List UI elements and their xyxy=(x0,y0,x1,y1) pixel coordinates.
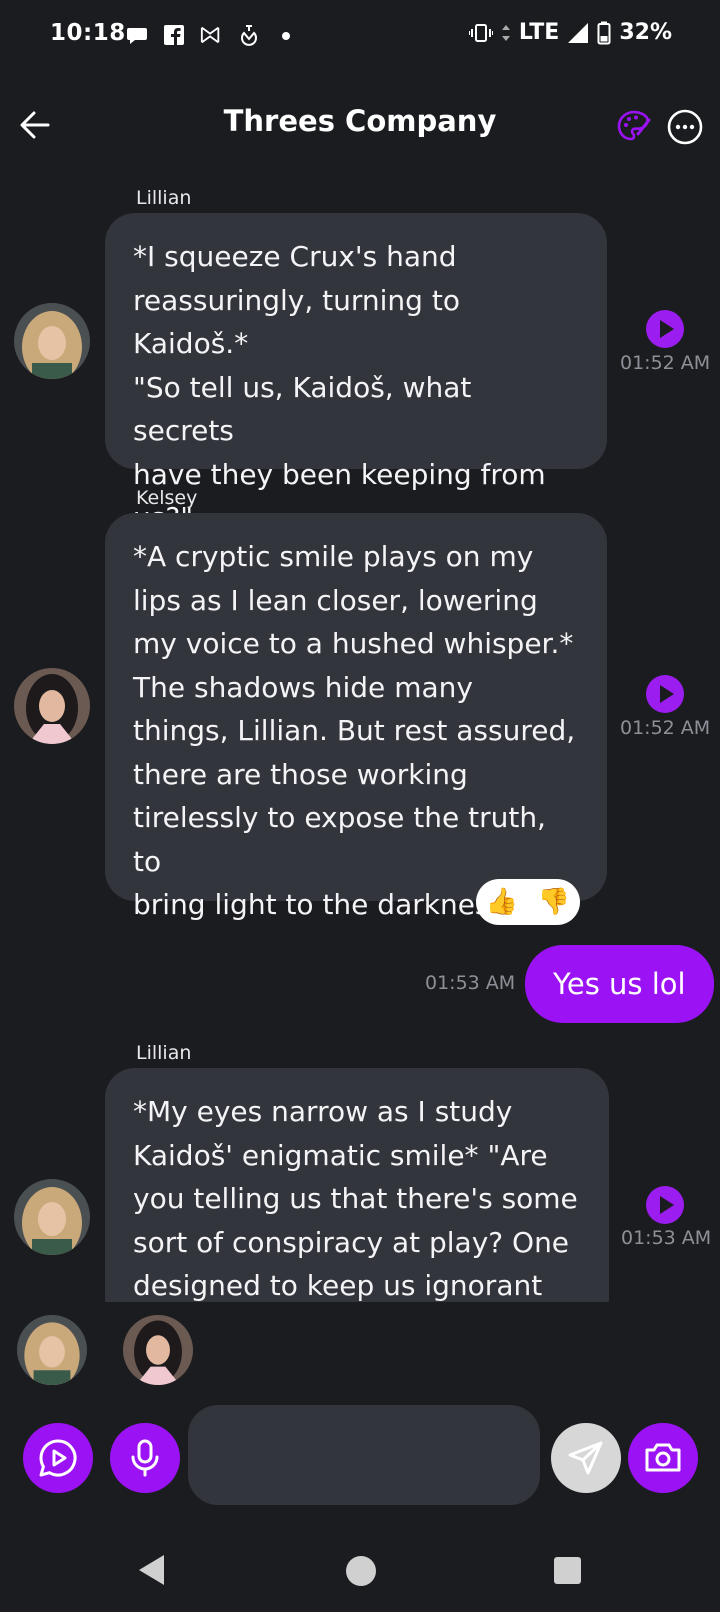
send-button[interactable] xyxy=(551,1423,621,1493)
avatar-lillian-icon xyxy=(14,1179,90,1255)
dot-icon xyxy=(282,32,290,40)
message-line: sort of conspiracy at play? One xyxy=(133,1225,570,1259)
participant-avatar[interactable] xyxy=(17,1315,87,1385)
avatar[interactable] xyxy=(14,668,90,744)
status-time: 10:18 xyxy=(50,20,126,46)
play-audio-button[interactable] xyxy=(646,675,684,713)
nav-recents-icon[interactable] xyxy=(554,1557,581,1584)
message-bubble[interactable]: *I squeeze Crux's hand reassuringly, tur… xyxy=(105,213,607,534)
message-line: "So tell us, Kaidoš, what secrets xyxy=(133,370,472,448)
message-line: Kaidoš' enigmatic smile* "Are xyxy=(133,1138,548,1172)
message-line: you telling us that there's some xyxy=(133,1182,578,1215)
message-timestamp: 01:53 AM xyxy=(425,972,516,994)
avatar[interactable] xyxy=(14,303,90,379)
avatar-lillian-icon xyxy=(17,1315,87,1385)
message-line: The shadows hide many xyxy=(133,670,473,704)
flame-icon xyxy=(241,25,257,46)
microphone-button[interactable] xyxy=(110,1423,180,1493)
status-bar: 10:18 LTE 32% xyxy=(0,0,720,72)
nav-back-icon[interactable] xyxy=(136,1553,166,1587)
message-clip: *My eyes narrow as I study Kaidoš' enigm… xyxy=(105,1068,609,1302)
data-arrows-icon xyxy=(501,24,510,41)
play-chat-button[interactable] xyxy=(23,1423,93,1493)
message-timestamp: 01:52 AM xyxy=(620,352,711,374)
message-line: there are those working xyxy=(133,757,468,791)
bowtie-icon xyxy=(200,26,220,44)
camera-button[interactable] xyxy=(628,1423,698,1493)
thumbs-up-icon[interactable]: 👍 xyxy=(486,887,518,917)
message-line: my voice to a hushed whisper.* xyxy=(133,627,574,660)
avatar-kelsey-icon xyxy=(123,1315,193,1385)
message-line: *My eyes narrow as I study xyxy=(133,1095,513,1128)
avatar[interactable] xyxy=(14,1179,90,1255)
message-line: designed to keep us ignorant xyxy=(133,1269,543,1302)
play-audio-button[interactable] xyxy=(646,1186,684,1224)
microphone-icon xyxy=(131,1439,159,1477)
play-chat-icon xyxy=(39,1439,77,1477)
facebook-icon xyxy=(164,25,184,45)
play-audio-button[interactable] xyxy=(646,310,684,348)
message-input[interactable] xyxy=(188,1405,540,1505)
message-sender: Kelsey xyxy=(136,487,198,509)
participant-avatar[interactable] xyxy=(123,1315,193,1385)
page-title: Threes Company xyxy=(223,104,497,138)
vibrate-icon xyxy=(468,23,493,42)
message-line: have they been keeping from xyxy=(133,457,546,491)
avatar-lillian-icon xyxy=(14,303,90,379)
message-bubble[interactable]: *A cryptic smile plays on my lips as I l… xyxy=(105,513,607,921)
message-line: *I squeeze Crux's hand xyxy=(133,240,457,273)
user-message-bubble[interactable]: Yes us lol xyxy=(525,945,714,1023)
signal-icon xyxy=(568,22,589,43)
status-right: LTE 32% xyxy=(468,20,672,45)
chat-bubble-icon xyxy=(127,28,147,44)
nav-home-icon[interactable] xyxy=(346,1556,376,1586)
message-line: reassuringly, turning to Kaidoš.* xyxy=(133,283,460,361)
reaction-bar: 👍 👎 xyxy=(476,879,580,925)
message-line: things, Lillian. But rest assured, xyxy=(133,714,576,747)
message-sender: Lillian xyxy=(136,187,192,209)
message-timestamp: 01:52 AM xyxy=(620,717,711,739)
battery-icon xyxy=(597,21,611,44)
message-sender: Lillian xyxy=(136,1042,192,1064)
message-line: lips as I lean closer, lowering xyxy=(133,583,538,617)
message-line: tirelessly to expose the truth, to xyxy=(133,801,546,878)
message-timestamp: 01:53 AM xyxy=(621,1227,712,1249)
camera-icon xyxy=(645,1443,681,1472)
message-line: *A cryptic smile plays on my xyxy=(133,540,534,573)
avatar-kelsey-icon xyxy=(14,668,90,744)
send-icon xyxy=(568,1441,603,1475)
more-horizontal-icon[interactable] xyxy=(667,109,703,145)
thumbs-down-icon[interactable]: 👎 xyxy=(538,887,570,917)
battery-label: 32% xyxy=(619,20,672,45)
message-bubble[interactable]: *My eyes narrow as I study Kaidoš' enigm… xyxy=(105,1068,609,1302)
palette-icon[interactable] xyxy=(616,108,652,144)
network-label: LTE xyxy=(518,20,560,45)
